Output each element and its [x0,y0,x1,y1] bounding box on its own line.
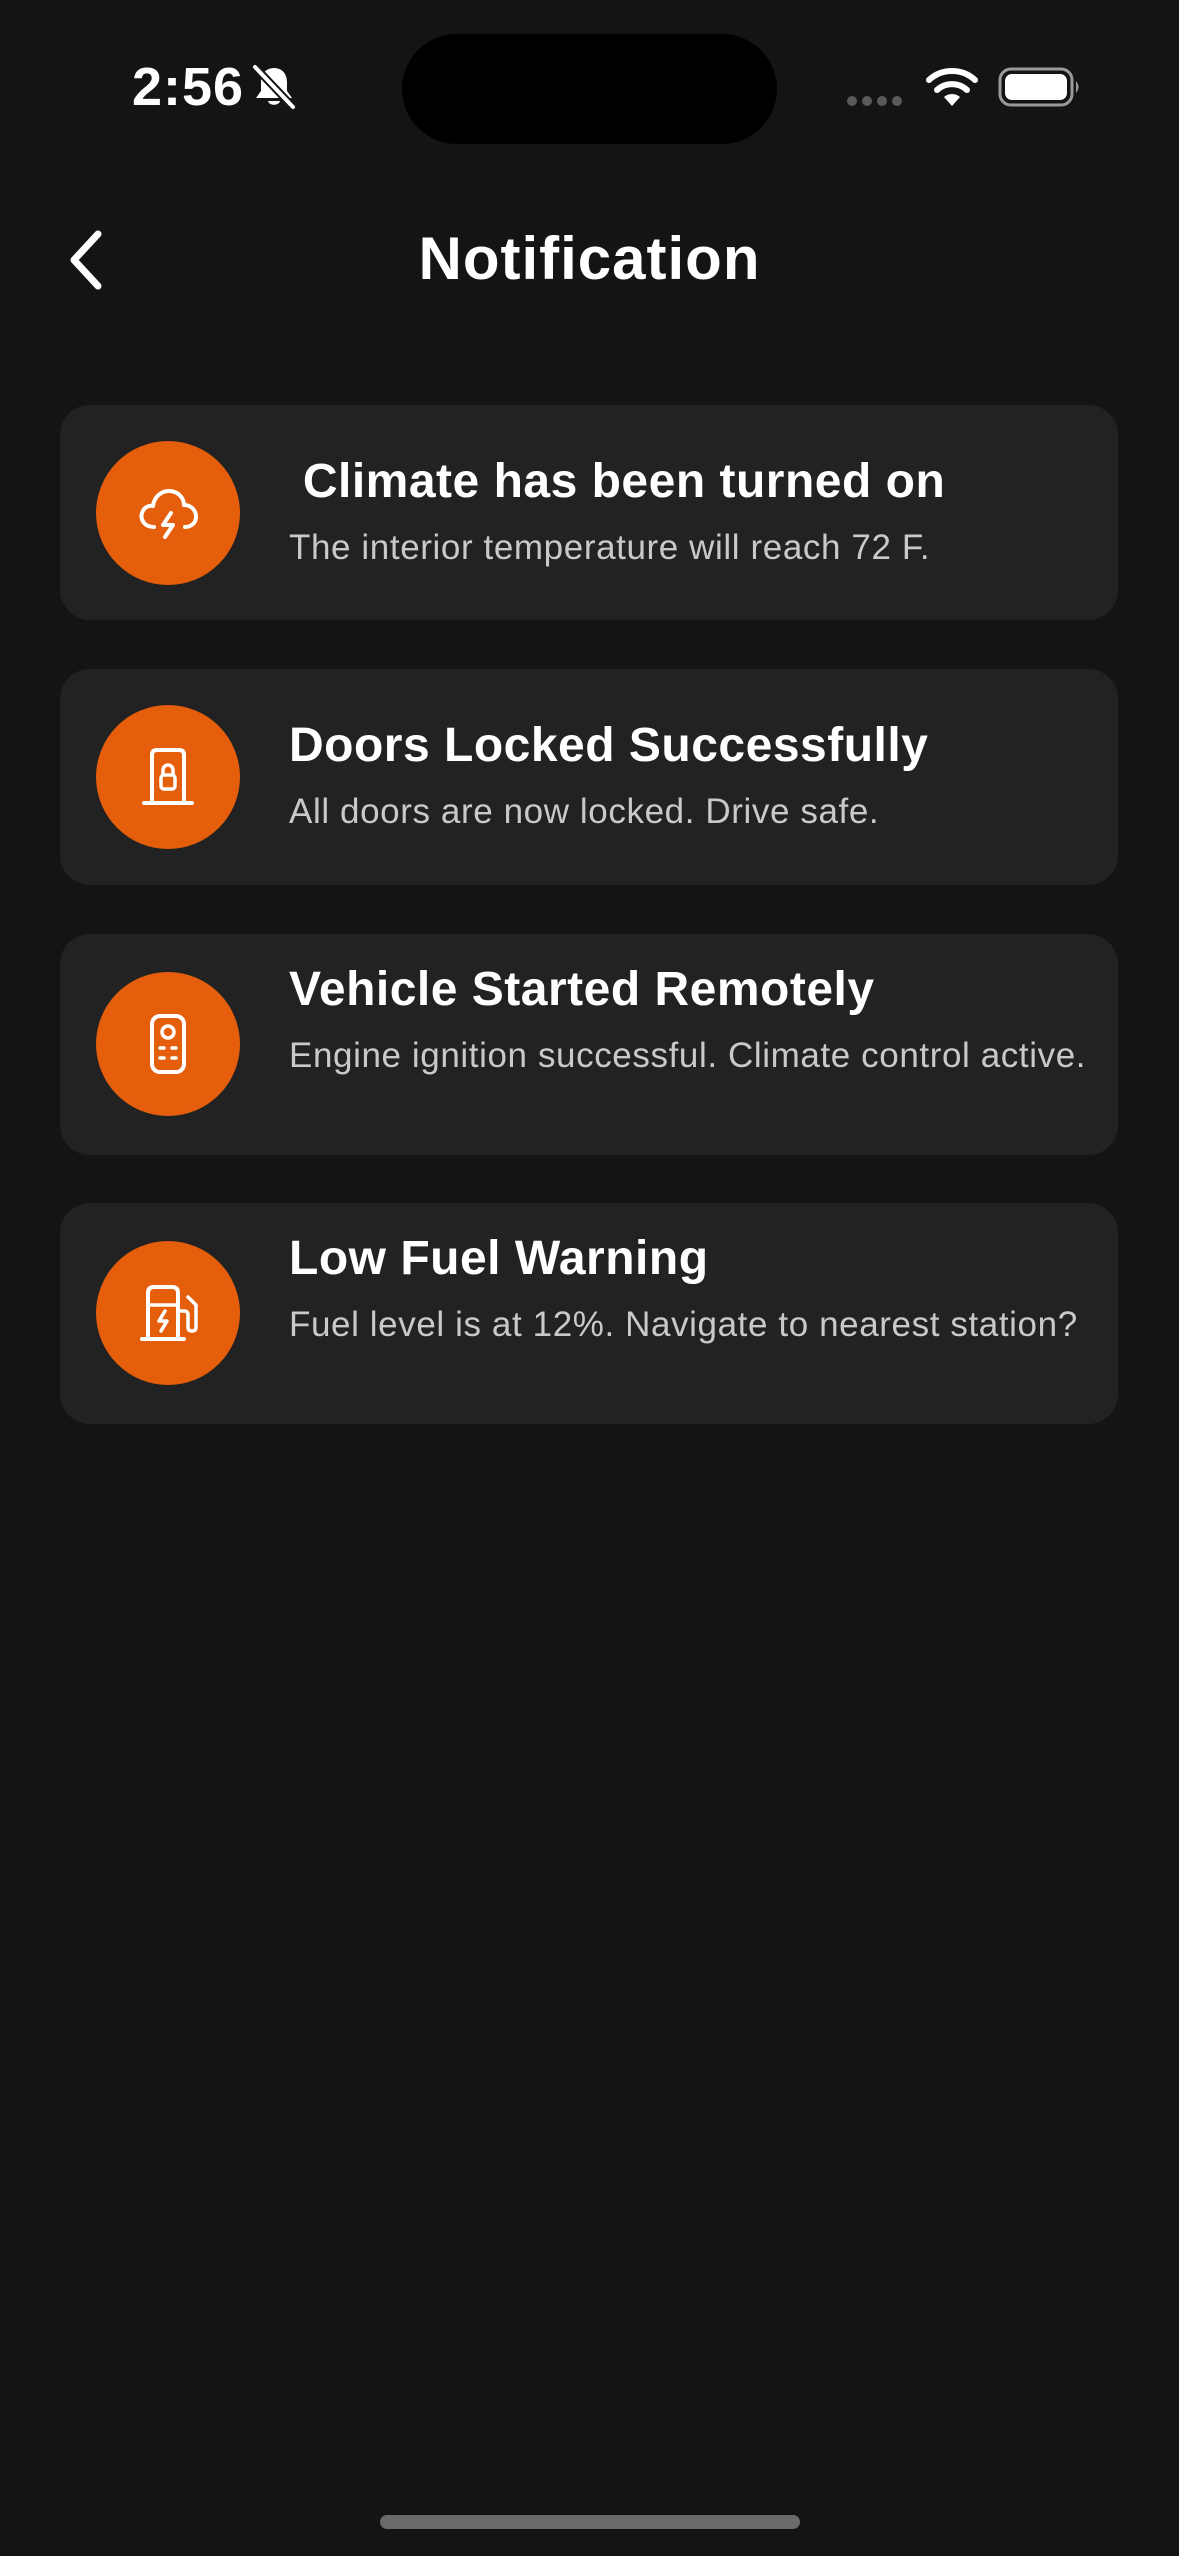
status-time: 2:56 [132,57,245,117]
notification-icon-badge [96,1241,240,1385]
notification-icon-badge [96,972,240,1116]
dynamic-island [402,34,777,144]
notification-title: Low Fuel Warning [289,1232,709,1285]
fuel-pump-icon [140,1285,198,1341]
battery-icon [998,67,1079,107]
notification-message: All doors are now locked. Drive safe. [289,792,880,831]
cloud-lightning-icon [139,489,198,539]
notification-icon-badge [96,705,240,849]
door-lock-icon [142,748,194,805]
notification-card-low-fuel[interactable]: Low Fuel Warning Fuel level is at 12%. N… [60,1203,1118,1424]
remote-key-icon [150,1014,186,1074]
notification-card-climate[interactable]: Climate has been turned on The interior … [60,405,1118,620]
notification-title: Vehicle Started Remotely [289,963,875,1016]
notification-icon-badge [96,441,240,585]
wifi-icon [926,68,978,106]
notification-title: Doors Locked Successfully [289,719,929,772]
signal-icon [847,96,902,106]
bell-slash-icon [252,64,296,110]
notification-message: The interior temperature will reach 72 F… [289,528,931,567]
notification-card-doors[interactable]: Doors Locked Successfully All doors are … [60,669,1118,885]
notification-title: Climate has been turned on [289,455,946,508]
notification-message: Fuel level is at 12%. Navigate to neares… [289,1305,1078,1344]
status-bar: 2:56 [0,0,1179,180]
home-indicator[interactable] [380,2515,800,2529]
page-title: Notification [418,225,761,292]
notification-card-remote-start[interactable]: Vehicle Started Remotely Engine ignition… [60,934,1118,1155]
notification-message: Engine ignition successful. Climate cont… [289,1036,1087,1075]
